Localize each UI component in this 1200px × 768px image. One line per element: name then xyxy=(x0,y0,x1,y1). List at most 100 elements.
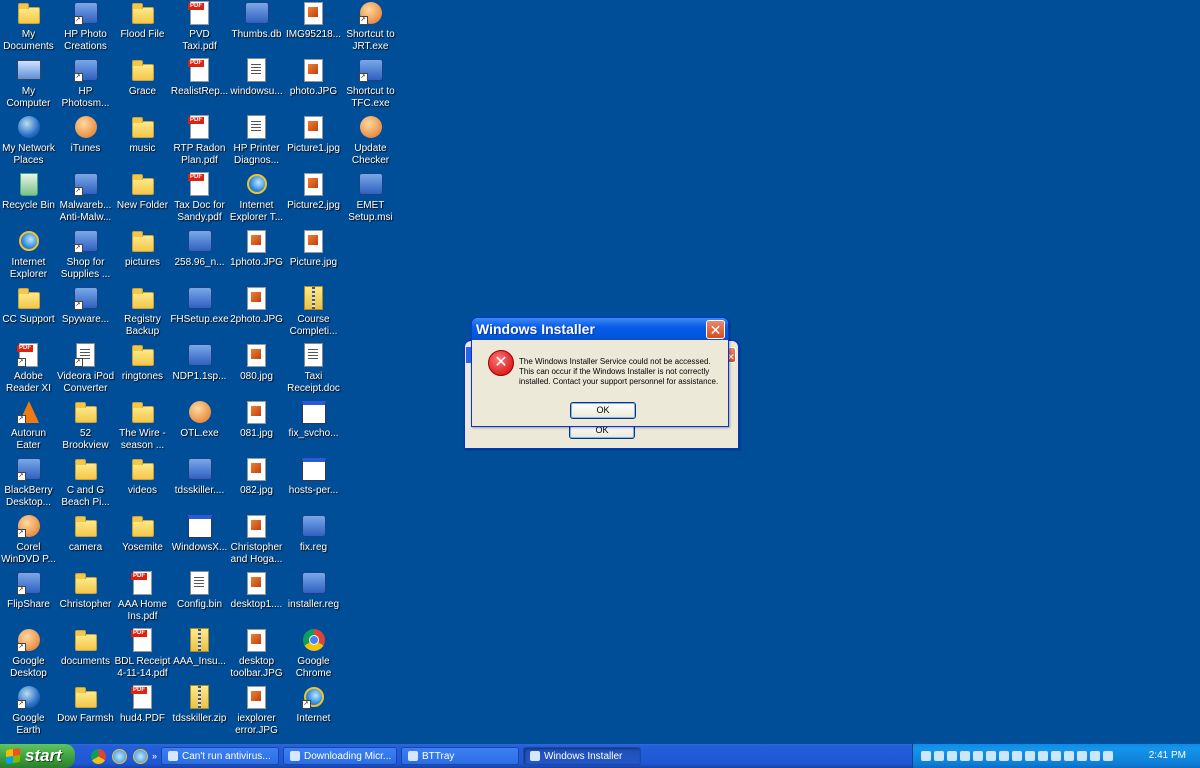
desktop-icon[interactable]: 082.jpg xyxy=(228,456,285,513)
desktop-icon[interactable]: Recycle Bin xyxy=(0,171,57,228)
desktop-icon[interactable]: ↗ Spyware... xyxy=(57,285,114,342)
tray-icon[interactable] xyxy=(1103,751,1113,761)
desktop-icon[interactable]: iexplorer error.JPG xyxy=(228,684,285,741)
desktop-icon[interactable]: Picture1.jpg xyxy=(285,114,342,171)
desktop-icon[interactable]: Internet Explorer T... xyxy=(228,171,285,228)
desktop-icon[interactable]: ↗ Malwareb... Anti-Malw... xyxy=(57,171,114,228)
desktop-icon[interactable]: installer.reg xyxy=(285,570,342,627)
desktop-icon[interactable]: ↗ Adobe Reader XI xyxy=(0,342,57,399)
desktop-icon[interactable]: 2photo.JPG xyxy=(228,285,285,342)
desktop-icon[interactable]: My Network Places xyxy=(0,114,57,171)
desktop-icon[interactable]: Config.bin xyxy=(171,570,228,627)
desktop-icon[interactable]: iTunes xyxy=(57,114,114,171)
desktop-icon[interactable]: ↗ BlackBerry Desktop... xyxy=(0,456,57,513)
desktop-icon[interactable]: ↗ Shortcut to TFC.exe xyxy=(342,57,399,114)
desktop-icon[interactable]: RTP Radon Plan.pdf xyxy=(171,114,228,171)
tray-icon[interactable] xyxy=(960,751,970,761)
clock[interactable]: 2:41 PM xyxy=(1149,744,1186,768)
desktop-icon[interactable]: AAA Home Ins.pdf xyxy=(114,570,171,627)
task-button-downloading[interactable]: Downloading Micr... xyxy=(283,747,397,765)
task-button-bttray[interactable]: BTTray xyxy=(401,747,519,765)
desktop-icon[interactable]: ↗ Shortcut to JRT.exe xyxy=(342,0,399,57)
desktop-icon[interactable]: ↗ HP Photosm... xyxy=(57,57,114,114)
desktop-icon[interactable]: 52 Brookview xyxy=(57,399,114,456)
task-button-windows-installer[interactable]: Windows Installer xyxy=(523,747,641,765)
tray-icon[interactable] xyxy=(1012,751,1022,761)
desktop-icon[interactable]: FHSetup.exe xyxy=(170,285,229,342)
desktop-icon[interactable]: ↗ Corel WinDVD P... xyxy=(0,513,57,570)
desktop-icon[interactable]: Picture2.jpg xyxy=(285,171,342,228)
desktop-icon[interactable]: New Folder xyxy=(114,171,171,228)
bluetooth-icon[interactable] xyxy=(999,751,1009,761)
tray-icon[interactable] xyxy=(1064,751,1074,761)
desktop-icon[interactable]: music xyxy=(114,114,171,171)
wireless-icon[interactable] xyxy=(1077,751,1087,761)
desktop-icon[interactable]: tdsskiller.zip xyxy=(171,684,228,741)
desktop-icon[interactable]: NDP1.1sp... xyxy=(171,342,228,399)
task-button-antivirus[interactable]: Can't run antivirus... xyxy=(161,747,279,765)
desktop-icon[interactable]: Christopher xyxy=(57,570,114,627)
tray-icon[interactable] xyxy=(1038,751,1048,761)
desktop-icon[interactable]: CC Support xyxy=(0,285,57,342)
start-button[interactable]: start xyxy=(0,744,75,768)
desktop-icon[interactable]: RealistRep... xyxy=(171,57,228,114)
tray-icon[interactable] xyxy=(947,751,957,761)
desktop-icon[interactable]: Tax Doc for Sandy.pdf xyxy=(171,171,228,228)
ok-button[interactable]: OK xyxy=(570,402,636,419)
desktop-icon[interactable]: OTL.exe xyxy=(171,399,228,456)
desktop-icon[interactable]: 081.jpg xyxy=(228,399,285,456)
desktop-icon[interactable]: 1photo.JPG xyxy=(228,228,285,285)
desktop-icon[interactable]: Grace xyxy=(114,57,171,114)
desktop-icon[interactable]: PVD Taxi.pdf xyxy=(171,0,228,57)
tray-icon[interactable] xyxy=(1025,751,1035,761)
desktop-icon[interactable]: C and G Beach Pi... xyxy=(57,456,114,513)
desktop-icon[interactable]: windowsu... xyxy=(228,57,285,114)
desktop-icon[interactable]: camera xyxy=(57,513,114,570)
desktop-icon[interactable]: documents xyxy=(57,627,114,684)
desktop-icon[interactable]: Picture.jpg xyxy=(285,228,342,285)
desktop-icon[interactable]: Dow Farmsh xyxy=(57,684,114,741)
close-button[interactable]: ✕ xyxy=(706,319,725,339)
desktop-icon[interactable]: Thumbs.db xyxy=(228,0,285,57)
tray-icon[interactable] xyxy=(986,751,996,761)
chevron-icon[interactable]: » xyxy=(152,751,157,761)
desktop-icon[interactable]: IMG95218... xyxy=(285,0,342,57)
dialog-titlebar[interactable]: Windows Installer ✕ xyxy=(472,318,728,340)
desktop-icon[interactable]: HP Printer Diagnos... xyxy=(228,114,285,171)
desktop-icon[interactable]: ↗ Google Desktop xyxy=(0,627,57,684)
desktop-icon[interactable]: videos xyxy=(114,456,171,513)
desktop-icon[interactable]: AAA_Insu... xyxy=(171,627,228,684)
desktop-icon[interactable]: 080.jpg xyxy=(228,342,285,399)
desktop-icon[interactable]: ↗ Videora iPod Converter xyxy=(57,342,114,399)
desktop-icon[interactable]: Flood File xyxy=(114,0,171,57)
desktop-icon[interactable]: ↗ FlipShare xyxy=(0,570,57,627)
desktop-icon[interactable]: Christopher and Hoga... xyxy=(228,513,285,570)
desktop-icon[interactable]: tdsskiller.... xyxy=(171,456,228,513)
desktop-icon[interactable]: ↗ Autorun Eater xyxy=(0,399,57,456)
desktop-icon[interactable]: fix_svcho... xyxy=(285,399,342,456)
desktop-icon[interactable]: ↗ Shop for Supplies ... xyxy=(57,228,114,285)
desktop-icon[interactable]: ↗ Google Earth xyxy=(0,684,57,741)
desktop-icon[interactable]: fix.reg xyxy=(285,513,342,570)
volume-icon[interactable] xyxy=(1090,751,1100,761)
desktop-icon[interactable]: Course Completi... xyxy=(285,285,342,342)
desktop-icon[interactable]: Taxi Receipt.doc xyxy=(285,342,342,399)
desktop-icon[interactable]: hosts-per... xyxy=(285,456,342,513)
tray-icon[interactable] xyxy=(973,751,983,761)
desktop-icon[interactable]: The Wire - season ... xyxy=(114,399,171,456)
desktop-icon[interactable]: 258.96_n... xyxy=(171,228,228,285)
desktop-icon[interactable]: desktop1.... xyxy=(228,570,285,627)
desktop-icon[interactable]: My Documents xyxy=(0,0,57,57)
desktop-icon[interactable]: WindowsX... xyxy=(171,513,228,570)
desktop-icon[interactable]: ↗ HP Photo Creations xyxy=(57,0,114,57)
desktop-icon[interactable]: Yosemite xyxy=(114,513,171,570)
desktop-icon[interactable]: pictures xyxy=(114,228,171,285)
desktop-icon[interactable]: Internet Explorer xyxy=(0,228,57,285)
desktop-icon[interactable]: My Computer xyxy=(0,57,57,114)
desktop-icon[interactable]: Update Checker xyxy=(342,114,399,171)
desktop-icon[interactable]: ringtones xyxy=(114,342,171,399)
desktop-icon[interactable]: Google Chrome xyxy=(285,627,342,684)
tray-icon[interactable] xyxy=(1051,751,1061,761)
desktop-icon[interactable]: hud4.PDF xyxy=(114,684,171,741)
chrome-icon[interactable] xyxy=(91,748,106,764)
